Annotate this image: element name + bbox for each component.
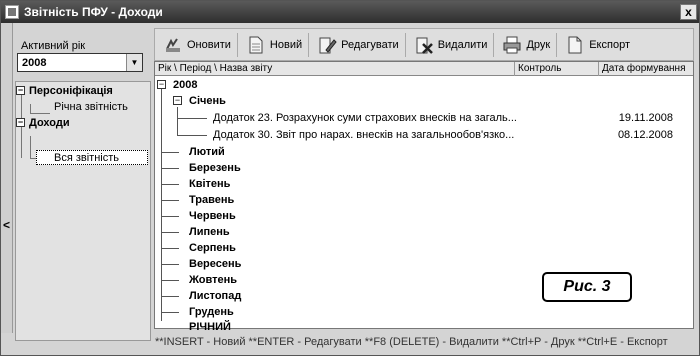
grid-header: Рік \ Період \ Назва звіту Контроль Дата… [155, 62, 693, 76]
nav-item-income[interactable]: − Доходи [16, 116, 70, 130]
report-row[interactable]: Додаток 23. Розрахунок суми страхових вн… [155, 110, 693, 126]
delete-icon [416, 37, 433, 54]
report-name: Додаток 23. Розрахунок суми страхових вн… [213, 112, 517, 124]
tree-row-month[interactable]: Квітень [155, 176, 693, 192]
toolbar: Оновити Новий Редагувати Видалити Друк Е… [154, 28, 694, 61]
month-label: Квітень [189, 178, 231, 190]
export-button[interactable]: Експорт [557, 31, 636, 59]
tree-connector [177, 118, 207, 119]
nav-tree: − Персоніфікація Річна звітність − Доходи … [15, 81, 151, 341]
month-label: Листопад [189, 290, 242, 302]
column-header-name[interactable]: Рік \ Період \ Назва звіту [155, 62, 515, 76]
column-header-control[interactable]: Контроль [515, 62, 599, 76]
nav-item-label: Вся звітність [54, 152, 120, 164]
tree-row-month[interactable]: Червень [155, 208, 693, 224]
window-title: Звітність ПФУ - Доходи [24, 5, 163, 19]
tree-row-month[interactable]: Вересень [155, 256, 693, 272]
month-label: Березень [189, 162, 241, 174]
tree-connector [30, 113, 50, 114]
month-label: Липень [189, 226, 230, 238]
month-label: Січень [189, 95, 226, 107]
new-document-icon [249, 36, 263, 53]
tree-row-month[interactable]: Березень [155, 160, 693, 176]
close-button[interactable]: x [680, 4, 697, 20]
month-label: Травень [189, 194, 235, 206]
new-button[interactable]: Новий [238, 31, 308, 59]
report-date: 19.11.2008 [618, 112, 673, 124]
nav-item-label: Річна звітність [54, 101, 128, 113]
report-row[interactable]: Додаток 30. Звіт про нарах. внесків на з… [155, 127, 693, 143]
title-bar: Звітність ПФУ - Доходи x [1, 1, 699, 23]
active-year-value: 2008 [22, 56, 47, 69]
nav-item-label: Доходи [29, 117, 70, 129]
app-icon [5, 5, 19, 19]
refresh-button[interactable]: Оновити [155, 31, 237, 59]
status-bar: **INSERT - Новий **ENTER - Редагувати **… [155, 336, 668, 348]
month-label: Грудень [189, 306, 234, 318]
collapse-toggle-icon[interactable]: − [157, 80, 166, 89]
month-label: Лютий [189, 146, 225, 158]
nav-item-label: Персоніфікація [29, 85, 113, 97]
edit-button[interactable]: Редагувати [309, 31, 405, 59]
collapse-toggle-icon[interactable]: − [173, 96, 182, 105]
export-icon [568, 36, 582, 53]
month-label: Серпень [189, 242, 236, 254]
active-year-label: Активний рік [21, 40, 86, 52]
refresh-icon [166, 37, 180, 52]
left-panel: Активний рік 2008 ▼ − Персоніфікація Річн… [13, 23, 153, 341]
collapse-toggle-icon[interactable]: − [16, 118, 25, 127]
chevron-left-icon[interactable]: < [3, 218, 10, 232]
tree-row-month-january[interactable]: − Січень [155, 93, 693, 109]
export-label: Експорт [589, 38, 630, 51]
tree-row-month[interactable]: Липень [155, 224, 693, 240]
printer-icon [503, 36, 521, 53]
report-date: 08.12.2008 [617, 129, 673, 141]
month-label: Червень [189, 210, 236, 222]
panel-collapse-strip[interactable]: < [1, 23, 13, 333]
nav-item-all-reporting[interactable]: Вся звітність [54, 151, 119, 165]
tree-row-month[interactable]: Серпень [155, 240, 693, 256]
month-label: Вересень [189, 258, 242, 270]
print-label: Друк [526, 38, 551, 51]
report-name: Додаток 30. Звіт про нарах. внесків на з… [213, 129, 515, 141]
tree-row-month[interactable]: Травень [155, 192, 693, 208]
print-button[interactable]: Друк [494, 31, 556, 59]
nav-item-annual-reporting[interactable]: Річна звітність [54, 100, 128, 114]
active-year-select[interactable]: 2008 ▼ [17, 53, 143, 72]
tree-connector [30, 136, 31, 159]
month-label: Жовтень [189, 274, 238, 286]
edit-label: Редагувати [341, 38, 399, 51]
refresh-label: Оновити [187, 38, 231, 51]
main-window: Звітність ПФУ - Доходи x < Активний рік … [0, 0, 700, 356]
delete-button[interactable]: Видалити [406, 31, 494, 59]
tree-row-month[interactable]: Грудень [155, 304, 693, 320]
column-header-date[interactable]: Дата формування [599, 62, 693, 76]
year-label: 2008 [173, 79, 198, 91]
tree-row-month[interactable]: Лютий [155, 144, 693, 160]
tree-connector [177, 135, 207, 136]
tree-row-year[interactable]: − 2008 [155, 77, 693, 93]
nav-item-personification[interactable]: − Персоніфікація [16, 84, 113, 98]
edit-icon [319, 37, 337, 53]
collapse-toggle-icon[interactable]: − [16, 86, 25, 95]
dropdown-arrow-icon[interactable]: ▼ [126, 54, 142, 71]
delete-label: Видалити [437, 38, 488, 51]
new-label: Новий [269, 38, 303, 51]
figure-label: Рис. 3 [542, 272, 632, 302]
